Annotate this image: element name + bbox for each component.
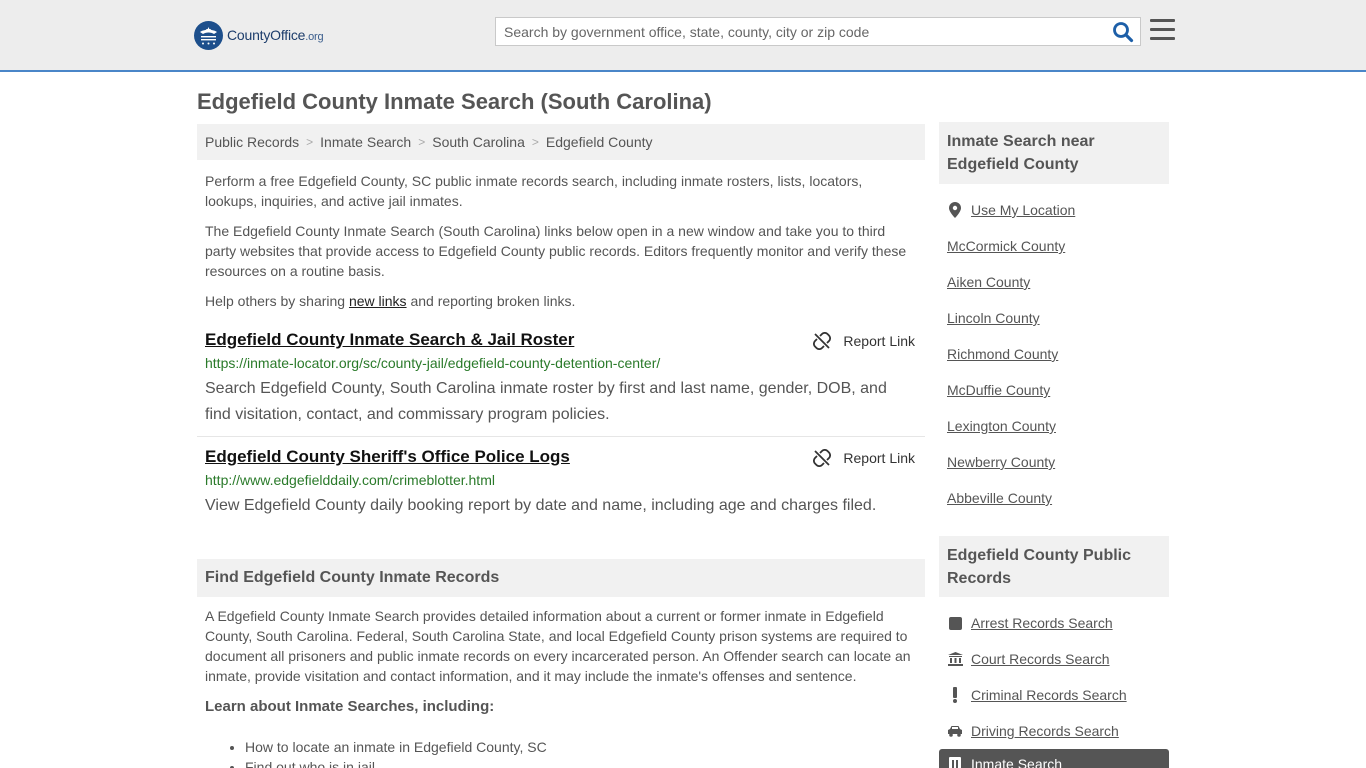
- sidebar-item-criminal-records[interactable]: Criminal Records Search: [971, 687, 1127, 703]
- hamburger-menu-icon[interactable]: [1150, 19, 1175, 43]
- square-icon: [947, 616, 963, 630]
- page-title: Edgefield County Inmate Search (South Ca…: [197, 89, 712, 114]
- breadcrumb-inmate-search[interactable]: Inmate Search: [320, 134, 411, 150]
- report-link-button[interactable]: Report Link: [813, 449, 915, 467]
- use-location-item: Use My Location: [947, 192, 1075, 228]
- intro-paragraph-3: Help others by sharing new links and rep…: [205, 293, 576, 309]
- link-title[interactable]: Edgefield County Sheriff's Office Police…: [205, 447, 570, 467]
- sidebar-item-newberry-county[interactable]: Newberry County: [947, 454, 1055, 470]
- sidebar-item-mccormick-county[interactable]: McCormick County: [947, 238, 1065, 254]
- list-item: Edgefield County Sheriff's Office Police…: [197, 447, 925, 527]
- breadcrumb-edgefield-county[interactable]: Edgefield County: [546, 134, 653, 150]
- chevron-right-icon: >: [531, 135, 539, 149]
- courthouse-icon: [947, 652, 963, 666]
- list-item: How to locate an inmate in Edgefield Cou…: [245, 737, 547, 757]
- section-body: A Edgefield County Inmate Search provide…: [205, 608, 911, 684]
- learn-heading: Learn about Inmate Searches, including:: [205, 698, 495, 715]
- sidebar-item-abbeville-county[interactable]: Abbeville County: [947, 490, 1052, 506]
- breadcrumb-south-carolina[interactable]: South Carolina: [432, 134, 525, 150]
- link-description: Search Edgefield County, South Carolina …: [205, 380, 887, 423]
- sidebar-heading-nearby: Inmate Search near Edgefield County: [939, 122, 1169, 184]
- logo-name: CountyOffice: [227, 27, 306, 43]
- breadcrumb: Public Records > Inmate Search > South C…: [197, 124, 925, 160]
- use-my-location-link[interactable]: Use My Location: [971, 202, 1075, 218]
- sidebar-item-arrest-records[interactable]: Arrest Records Search: [971, 615, 1113, 631]
- sidebar-item-mcduffie-county[interactable]: McDuffie County: [947, 382, 1050, 398]
- search-box: [495, 17, 1141, 46]
- link-description: View Edgefield County daily booking repo…: [205, 497, 877, 514]
- sidebar-item-lincoln-county[interactable]: Lincoln County: [947, 310, 1040, 326]
- bullet-list: How to locate an inmate in Edgefield Cou…: [245, 737, 547, 768]
- sidebar-item-aiken-county[interactable]: Aiken County: [947, 274, 1030, 290]
- sidebar-item-lexington-county[interactable]: Lexington County: [947, 418, 1056, 434]
- broken-link-icon: [813, 332, 832, 350]
- seal-icon: [194, 20, 223, 50]
- new-links-link[interactable]: new links: [349, 293, 407, 309]
- chevron-right-icon: >: [418, 135, 426, 149]
- intro-paragraph-2: The Edgefield County Inmate Search (Sout…: [205, 223, 907, 279]
- sidebar-nearby-list: Use My Location McCormick County Aiken C…: [947, 192, 1075, 516]
- breadcrumb-public-records[interactable]: Public Records: [205, 134, 299, 150]
- jail-icon: [947, 757, 963, 768]
- sidebar-item-richmond-county[interactable]: Richmond County: [947, 346, 1058, 362]
- intro-paragraph-1: Perform a free Edgefield County, SC publ…: [205, 173, 863, 209]
- logo-tld: .org: [305, 31, 324, 43]
- exclamation-icon: [947, 687, 963, 703]
- section-heading: Find Edgefield County Inmate Records: [197, 559, 925, 597]
- search-input[interactable]: [496, 18, 1106, 45]
- search-icon[interactable]: [1112, 21, 1134, 43]
- car-icon: [947, 725, 963, 737]
- report-link-button[interactable]: Report Link: [813, 332, 915, 350]
- link-url[interactable]: http://www.edgefielddaily.com/crimeblott…: [205, 472, 495, 488]
- divider: [197, 436, 925, 437]
- link-url[interactable]: https://inmate-locator.org/sc/county-jai…: [205, 355, 660, 371]
- site-logo[interactable]: CountyOffice.org: [194, 20, 324, 50]
- sidebar-item-court-records[interactable]: Court Records Search: [971, 651, 1110, 667]
- sidebar-heading-records: Edgefield County Public Records: [939, 536, 1169, 597]
- link-title[interactable]: Edgefield County Inmate Search & Jail Ro…: [205, 330, 574, 350]
- list-item: Find out who is in jail: [245, 757, 547, 768]
- chevron-right-icon: >: [306, 135, 314, 149]
- intro-text: Perform a free Edgefield County, SC publ…: [205, 171, 917, 321]
- list-item: Edgefield County Inmate Search & Jail Ro…: [197, 330, 925, 430]
- site-header: CountyOffice.org: [0, 0, 1366, 72]
- map-pin-icon: [947, 202, 963, 218]
- broken-link-icon: [813, 449, 832, 467]
- sidebar-records-list: Arrest Records Search Court Records Sear…: [947, 605, 1127, 749]
- sidebar-item-inmate-search[interactable]: Inmate Search: [939, 749, 1169, 768]
- sidebar-item-driving-records[interactable]: Driving Records Search: [971, 723, 1119, 739]
